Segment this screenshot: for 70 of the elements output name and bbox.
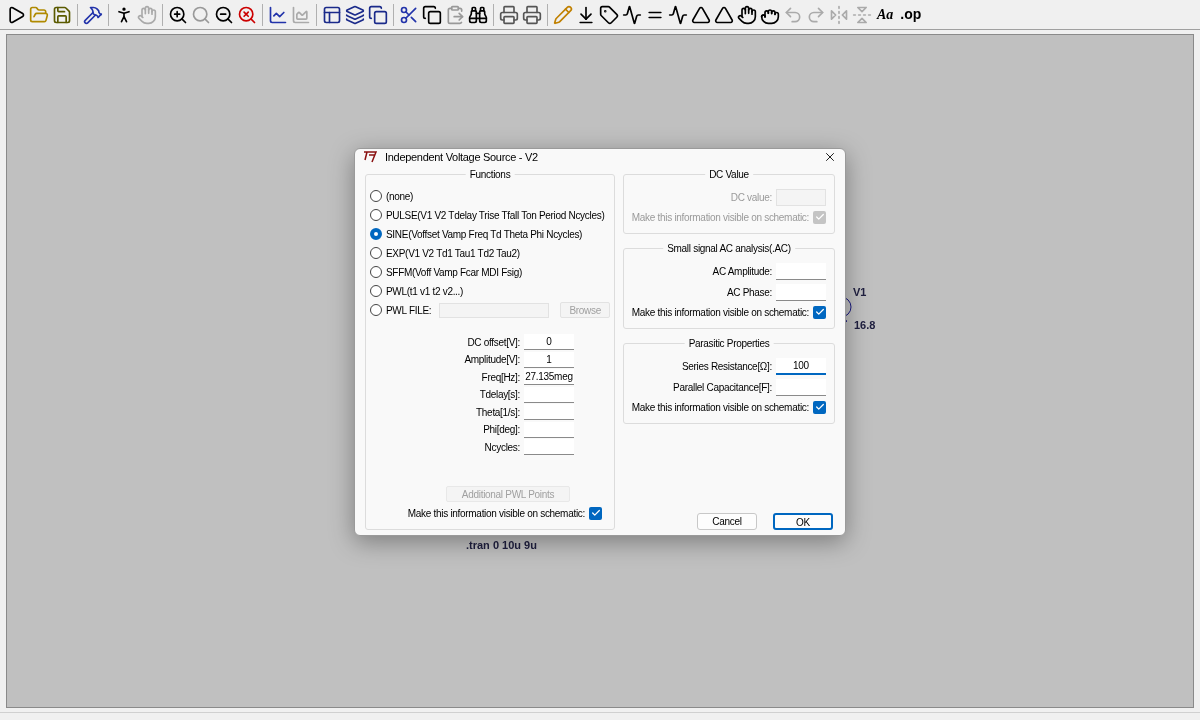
zoom-out-icon[interactable] <box>214 4 234 25</box>
radio-button[interactable] <box>370 247 382 259</box>
field-label: Amplitude[V]: <box>464 353 520 368</box>
component-name: V1 <box>853 285 867 300</box>
ground-icon[interactable] <box>576 4 596 25</box>
radio-label: PULSE(V1 V2 Tdelay Trise Tfall Ton Period Ncycles) <box>386 208 605 223</box>
input-field[interactable] <box>776 283 826 301</box>
input-field[interactable] <box>776 378 826 396</box>
dialog-button[interactable]: OK <box>773 512 833 530</box>
binoculars-icon[interactable] <box>468 4 488 25</box>
field-label: Freq[Hz]: <box>481 370 520 385</box>
label-icon[interactable] <box>599 4 619 25</box>
scissors-icon[interactable] <box>399 4 419 25</box>
app-logo-icon <box>363 151 377 164</box>
toolbar-button[interactable]: .op <box>898 4 924 25</box>
spice-directive: .tran 0 10u 9u <box>466 538 537 553</box>
print-preview-icon[interactable] <box>522 4 542 25</box>
radio-label: SINE(Voffset Vamp Freq Td Theta Phi Ncycles) <box>386 227 583 242</box>
window-icon[interactable] <box>322 4 342 25</box>
run-icon[interactable] <box>6 4 26 25</box>
hand-icon[interactable] <box>737 4 757 25</box>
field-label: Parallel Capacitance[F]: <box>673 380 772 395</box>
cascade-windows-icon[interactable] <box>345 4 365 25</box>
radio-label: EXP(V1 V2 Td1 Tau1 Td2 Tau2) <box>386 246 520 261</box>
component-value: 16.8 <box>854 318 876 333</box>
field-label: Theta[1/s]: <box>476 405 520 420</box>
field-label: Ncycles: <box>484 440 520 455</box>
input-field[interactable]: 0 <box>524 334 574 351</box>
input-field[interactable] <box>524 404 574 421</box>
radio-button[interactable] <box>370 190 382 202</box>
field-label: AC Phase: <box>726 285 772 300</box>
toolbar-button[interactable]: Aa <box>875 4 896 25</box>
field-label: DC offset[V]: <box>467 335 520 350</box>
radio-label: SFFM(Voff Vamp Fcar MDI Fsig) <box>386 265 522 280</box>
chart-icon[interactable] <box>268 4 288 25</box>
radio-button[interactable] <box>370 209 382 221</box>
radio-label: (none) <box>386 189 414 204</box>
input-field[interactable] <box>524 439 574 456</box>
checkbox-label: Make this information visible on schematic: <box>631 305 809 320</box>
input-field[interactable]: 1 <box>524 351 574 368</box>
checkbox[interactable] <box>589 506 602 520</box>
input-field[interactable] <box>524 386 574 403</box>
input-field[interactable]: 100 <box>776 357 826 375</box>
radio-label: PWL(t1 v1 t2 v2...) <box>386 284 464 299</box>
field-label: Phi[deg]: <box>483 423 520 438</box>
input-field[interactable] <box>524 421 574 438</box>
radio-button[interactable] <box>370 285 382 297</box>
field-label: DC value: <box>730 190 772 205</box>
zoom-cancel-icon[interactable] <box>237 4 257 25</box>
radio-label: PWL FILE: <box>386 303 432 318</box>
input-field[interactable] <box>776 262 826 280</box>
radio-button[interactable] <box>370 228 382 240</box>
save-icon[interactable] <box>52 4 72 25</box>
field-label: Tdelay[s]: <box>479 388 520 403</box>
checkbox-label: Make this information visible on schematic: <box>407 506 585 521</box>
zoom-in-icon[interactable] <box>168 4 188 25</box>
checkbox[interactable] <box>813 400 826 414</box>
checkbox[interactable] <box>813 305 826 319</box>
field-label: AC Amplitude: <box>712 264 772 279</box>
hammer-icon[interactable] <box>83 4 103 25</box>
input-field[interactable]: 27.135meg <box>524 369 574 386</box>
checkbox-label: Make this information visible on schematic: <box>631 400 809 415</box>
dialog-button[interactable]: Cancel <box>697 512 757 530</box>
window-title: Independent Voltage Source - V2 <box>385 150 539 165</box>
radio-button[interactable] <box>370 304 382 316</box>
field-label: Series Resistance[Ω]: <box>681 359 772 374</box>
checkbox-label: Make this information visible on schematic: <box>631 210 809 225</box>
printer-icon[interactable] <box>499 4 519 25</box>
copy-icon[interactable] <box>422 4 442 25</box>
radio-button[interactable] <box>370 266 382 278</box>
